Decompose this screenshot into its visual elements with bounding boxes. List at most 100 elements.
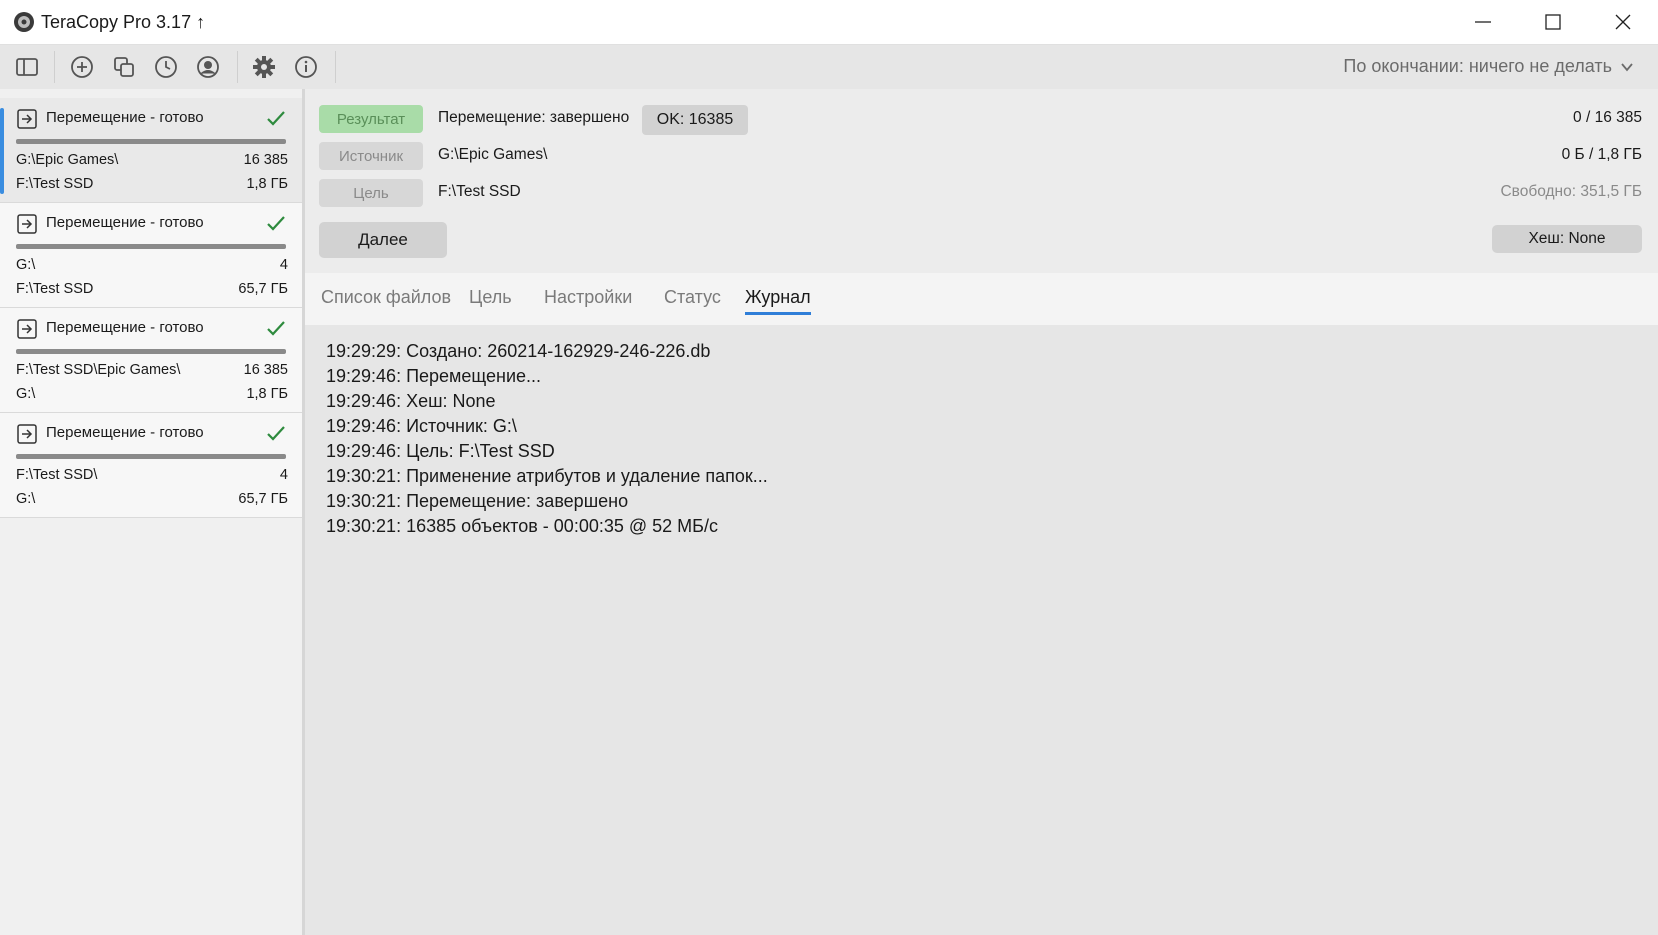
job-source: F:\Test SSD\Epic Games\ bbox=[16, 362, 181, 378]
job-target: G:\ bbox=[16, 491, 36, 507]
minimize-icon bbox=[1475, 21, 1491, 23]
job-title: Перемещение - готово bbox=[46, 109, 204, 126]
free-space: Свободно: 351,5 ГБ bbox=[1500, 183, 1642, 200]
log-line: 19:29:46: Перемещение... bbox=[326, 366, 542, 386]
toolbar-divider bbox=[237, 51, 238, 83]
source-value[interactable]: G:\Epic Games\ bbox=[438, 146, 547, 164]
move-icon bbox=[17, 214, 37, 234]
log-line: 19:29:29: Создано: 260214-162929-246-226… bbox=[326, 341, 711, 361]
tab-log[interactable]: Журнал bbox=[745, 287, 811, 315]
job-item[interactable]: Перемещение - готово G:\Epic Games\ 16 38… bbox=[0, 98, 302, 203]
job-count: 16 385 bbox=[243, 362, 288, 378]
job-target-row: G:\ 65,7 ГБ bbox=[16, 491, 288, 507]
when-done-dropdown[interactable]: По окончании: ничего не делать bbox=[1343, 56, 1634, 77]
history-icon bbox=[155, 56, 177, 78]
close-button[interactable] bbox=[1588, 0, 1658, 44]
job-target: F:\Test SSD bbox=[16, 281, 94, 297]
hash-button[interactable]: Хеш: None bbox=[1492, 225, 1642, 253]
job-item[interactable]: Перемещение - готово F:\Test SSD\ 4 G:\ 65… bbox=[0, 413, 302, 518]
tab-status[interactable]: Статус bbox=[664, 287, 721, 312]
job-source-row: G:\ 4 bbox=[16, 257, 288, 273]
job-count: 4 bbox=[279, 257, 288, 273]
account-icon bbox=[197, 56, 219, 78]
move-icon bbox=[17, 319, 37, 339]
job-title: Перемещение - готово bbox=[46, 319, 204, 336]
job-title: Перемещение - готово bbox=[46, 214, 204, 231]
toolbar-divider bbox=[54, 51, 55, 83]
job-source: F:\Test SSD\ bbox=[16, 467, 98, 483]
settings-icon bbox=[253, 56, 275, 78]
account-button[interactable] bbox=[195, 54, 221, 80]
next-button[interactable]: Далее bbox=[319, 222, 447, 258]
job-source-row: G:\Epic Games\ 16 385 bbox=[16, 152, 288, 168]
sidebar-toggle-icon bbox=[16, 58, 38, 76]
tab-settings[interactable]: Настройки bbox=[544, 287, 632, 312]
job-info-panel: Результат Перемещение: завершено OK: 163… bbox=[305, 89, 1658, 273]
window-title: TeraCopy Pro 3.17 ↑ bbox=[41, 12, 206, 32]
job-size: 65,7 ГБ bbox=[238, 281, 288, 297]
sidebar-toggle-button[interactable] bbox=[14, 54, 40, 80]
minimize-button[interactable] bbox=[1448, 0, 1518, 44]
job-item[interactable]: Перемещение - готово F:\Test SSD\Epic Ga… bbox=[0, 308, 302, 413]
job-target: F:\Test SSD bbox=[16, 176, 94, 192]
check-icon bbox=[267, 426, 285, 441]
log-line: 19:29:46: Хеш: None bbox=[326, 391, 496, 411]
chevron-down-icon bbox=[1621, 62, 1633, 71]
add-icon bbox=[71, 56, 93, 78]
job-size: 1,8 ГБ bbox=[246, 176, 288, 192]
info-button[interactable] bbox=[293, 54, 319, 80]
settings-button[interactable] bbox=[251, 54, 277, 80]
result-text: Перемещение: завершено bbox=[438, 109, 630, 126]
maximize-button[interactable] bbox=[1518, 0, 1588, 44]
result-label: Результат bbox=[319, 105, 423, 133]
job-progress-bar bbox=[16, 139, 286, 144]
job-target-row: G:\ 1,8 ГБ bbox=[16, 386, 288, 402]
log-line: 19:29:46: Источник: G:\ bbox=[326, 416, 517, 436]
job-progress-bar bbox=[16, 349, 286, 354]
job-progress-bar bbox=[16, 244, 286, 249]
move-icon bbox=[17, 424, 37, 444]
when-done-label: По окончании: ничего не делать bbox=[1343, 56, 1612, 76]
size-progress: 0 Б / 1,8 ГБ bbox=[1561, 146, 1642, 163]
log-line: 19:29:46: Цель: F:\Test SSD bbox=[326, 441, 555, 461]
toolbar: По окончании: ничего не делать bbox=[0, 45, 1658, 89]
toolbar-divider bbox=[335, 51, 336, 83]
copy-button[interactable] bbox=[111, 54, 137, 80]
log-panel: 19:29:29: Создано: 260214-162929-246-226… bbox=[305, 325, 1658, 935]
job-count: 4 bbox=[279, 467, 288, 483]
log-line: 19:30:21: Перемещение: завершено bbox=[326, 491, 629, 511]
check-icon bbox=[267, 321, 285, 336]
job-source: G:\ bbox=[16, 257, 36, 273]
files-progress: 0 / 16 385 bbox=[1573, 109, 1642, 126]
job-target-row: F:\Test SSD 65,7 ГБ bbox=[16, 281, 288, 297]
tab-bar: Список файлов Цель Настройки Статус Журн… bbox=[305, 273, 1658, 325]
job-target-row: F:\Test SSD 1,8 ГБ bbox=[16, 176, 288, 192]
target-label: Цель bbox=[319, 179, 423, 207]
add-button[interactable] bbox=[69, 54, 95, 80]
check-icon bbox=[267, 111, 285, 126]
job-target: G:\ bbox=[16, 386, 36, 402]
log-line: 19:30:21: Применение атрибутов и удалени… bbox=[326, 466, 768, 486]
job-count: 16 385 bbox=[243, 152, 288, 168]
tab-file-list[interactable]: Список файлов bbox=[321, 287, 451, 312]
maximize-icon bbox=[1545, 14, 1561, 30]
job-list: Перемещение - готово G:\Epic Games\ 16 38… bbox=[0, 89, 305, 935]
job-source-row: F:\Test SSD\Epic Games\ 16 385 bbox=[16, 362, 288, 378]
history-button[interactable] bbox=[153, 54, 179, 80]
title-bar: TeraCopy Pro 3.17 ↑ bbox=[0, 0, 1658, 45]
job-size: 65,7 ГБ bbox=[238, 491, 288, 507]
job-size: 1,8 ГБ bbox=[246, 386, 288, 402]
target-value[interactable]: F:\Test SSD bbox=[438, 183, 521, 201]
close-icon bbox=[1615, 14, 1631, 30]
job-source-row: F:\Test SSD\ 4 bbox=[16, 467, 288, 483]
job-source: G:\Epic Games\ bbox=[16, 152, 119, 168]
tab-target[interactable]: Цель bbox=[469, 287, 512, 312]
info-icon bbox=[295, 56, 317, 78]
job-item[interactable]: Перемещение - готово G:\ 4 F:\Test SSD 65,… bbox=[0, 203, 302, 308]
app-icon bbox=[14, 12, 34, 32]
log-line: 19:30:21: 16385 объектов - 00:00:35 @ 52… bbox=[326, 516, 718, 536]
ok-badge[interactable]: OK: 16385 bbox=[642, 105, 748, 135]
job-title: Перемещение - готово bbox=[46, 424, 204, 441]
copy-icon bbox=[114, 57, 134, 77]
move-icon bbox=[17, 109, 37, 129]
